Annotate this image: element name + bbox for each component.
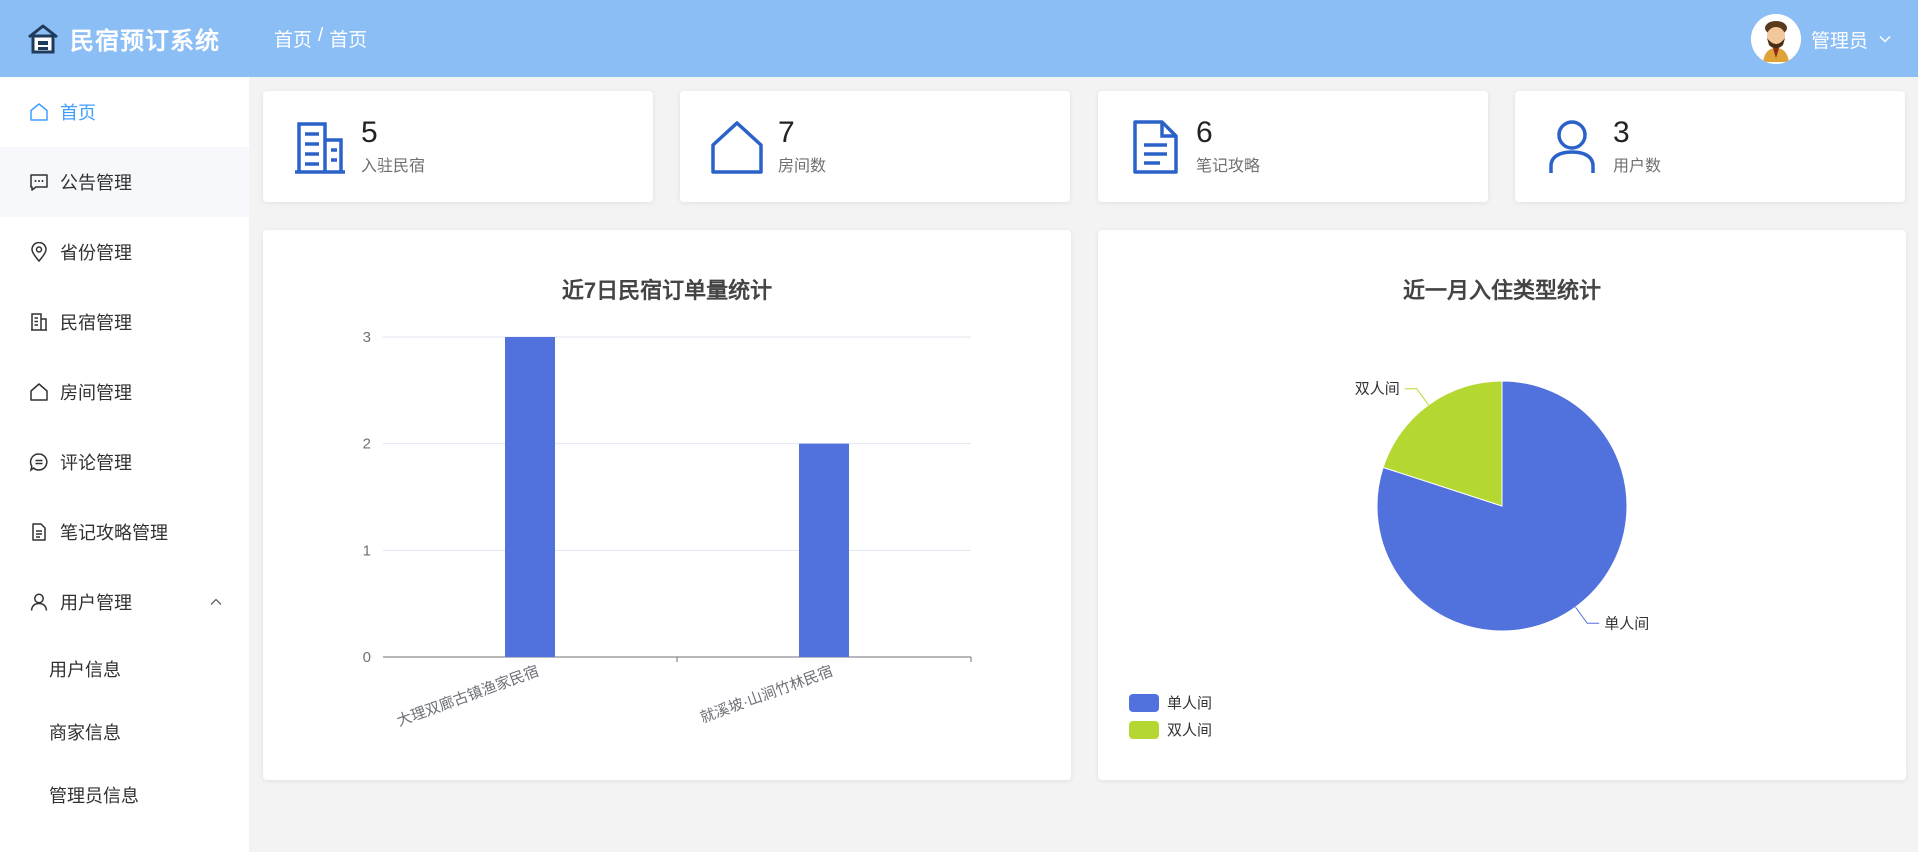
sidebar-subitem-label: 商家信息 xyxy=(49,722,121,743)
app-title: 民宿预订系统 xyxy=(70,28,220,55)
y-tick-label: 2 xyxy=(363,436,371,453)
sidebar-item-label: 民宿管理 xyxy=(60,313,132,333)
document-icon xyxy=(32,523,46,541)
sidebar-item-room[interactable]: 房间管理 xyxy=(0,357,249,427)
stat-value: 3 xyxy=(1613,116,1630,149)
legend-label[interactable]: 单人间 xyxy=(1167,695,1212,712)
house-logo-icon xyxy=(28,24,58,53)
legend-swatch[interactable] xyxy=(1129,721,1159,739)
legend-swatch[interactable] xyxy=(1129,694,1159,712)
house-icon xyxy=(30,383,48,401)
bar-chart-card: 近7日民宿订单量统计 0 1 2 3 大理双廊古镇渔家民宿 就溪坡·山涧竹林民宿 xyxy=(263,230,1071,780)
sidebar-item-home[interactable]: 首页 xyxy=(0,77,249,147)
sidebar-item-notes[interactable]: 笔记攻略管理 xyxy=(0,497,249,567)
location-icon xyxy=(31,242,47,262)
house-icon xyxy=(711,120,763,174)
document-icon xyxy=(1133,119,1178,174)
user-name: 管理员 xyxy=(1810,30,1868,52)
building-icon xyxy=(31,313,47,331)
chart-title: 近一月入住类型统计 xyxy=(1403,278,1601,303)
user-icon xyxy=(30,593,48,611)
app-logo[interactable]: 民宿预订系统 xyxy=(0,21,274,56)
breadcrumb: 首页 / 首页 xyxy=(274,25,367,52)
x-tick-label: 就溪坡·山涧竹林民宿 xyxy=(698,663,835,727)
stat-label: 房间数 xyxy=(778,158,827,175)
stat-label: 入驻民宿 xyxy=(361,158,426,175)
pie-label-line xyxy=(1575,606,1600,624)
sidebar-item-label: 笔记攻略管理 xyxy=(60,523,168,543)
pie-chart: 近一月入住类型统计 单人间双人间 单人间双人间 xyxy=(1129,278,1649,739)
building-icon xyxy=(295,121,345,174)
sidebar-item-homestay[interactable]: 民宿管理 xyxy=(0,287,249,357)
legend-label[interactable]: 双人间 xyxy=(1167,722,1212,739)
bar[interactable] xyxy=(799,443,849,657)
avatar-image xyxy=(1750,14,1801,64)
sidebar-item-user-management[interactable]: 用户管理 xyxy=(0,567,249,637)
pie-slice-label: 双人间 xyxy=(1355,381,1400,398)
chevron-down-icon[interactable] xyxy=(1878,32,1892,46)
stat-card-rooms: 7 房间数 xyxy=(680,91,1070,202)
sidebar-item-comment[interactable]: 评论管理 xyxy=(0,427,249,497)
pie-slice-label: 单人间 xyxy=(1604,615,1649,632)
sidebar-item-label: 评论管理 xyxy=(60,453,132,473)
message-icon xyxy=(30,174,48,191)
pie-chart-card: 近一月入住类型统计 单人间 双人间 单人间 双人间 xyxy=(1098,230,1906,780)
top-header: 民宿预订系统 首页 / 首页 管理员 xyxy=(0,0,1918,77)
stat-value: 5 xyxy=(361,116,378,149)
sidebar-item-label: 房间管理 xyxy=(60,383,132,403)
sidebar-subitem-admin-info[interactable]: 管理员信息 xyxy=(0,763,249,826)
chevron-up-icon[interactable] xyxy=(209,595,223,609)
stat-label: 用户数 xyxy=(1613,158,1662,175)
home-icon xyxy=(30,103,48,121)
pie-label-line xyxy=(1404,388,1429,406)
y-tick-label: 3 xyxy=(363,329,371,346)
stat-card-homestays: 5 入驻民宿 xyxy=(263,91,653,202)
chart-title: 近7日民宿订单量统计 xyxy=(562,278,772,303)
sidebar-item-notice[interactable]: 公告管理 xyxy=(0,147,249,217)
sidebar-item-label: 公告管理 xyxy=(60,173,132,193)
avatar[interactable] xyxy=(1750,14,1801,64)
stat-value: 7 xyxy=(778,116,795,149)
sidebar-item-label: 省份管理 xyxy=(60,243,132,263)
sidebar-subitem-label: 管理员信息 xyxy=(49,785,139,806)
breadcrumb-separator: / xyxy=(318,25,324,46)
comment-icon xyxy=(29,453,48,472)
bar[interactable] xyxy=(505,337,555,657)
user-icon xyxy=(1549,119,1595,173)
stat-card-users: 3 用户数 xyxy=(1515,91,1905,202)
user-menu[interactable]: 管理员 xyxy=(1750,14,1892,64)
stat-label: 笔记攻略 xyxy=(1196,158,1261,175)
breadcrumb-current: 首页 xyxy=(329,30,368,51)
stat-card-notes: 6 笔记攻略 xyxy=(1098,91,1488,202)
sidebar-menu: 首页 公告管理 省份管理 民宿管理 房间管理 评论管理 笔记攻略管理 用户管理 … xyxy=(0,77,249,852)
sidebar-item-label: 用户管理 xyxy=(60,593,132,613)
breadcrumb-parent[interactable]: 首页 xyxy=(274,25,312,52)
sidebar-subitem-merchant-info[interactable]: 商家信息 xyxy=(0,700,249,763)
stat-value: 6 xyxy=(1196,116,1213,149)
sidebar-item-label: 首页 xyxy=(60,103,96,123)
sidebar-item-province[interactable]: 省份管理 xyxy=(0,217,249,287)
sidebar-subitem-user-info[interactable]: 用户信息 xyxy=(0,637,249,700)
y-tick-label: 1 xyxy=(363,542,371,559)
bar-chart: 近7日民宿订单量统计 0 1 2 3 大理双廊古镇渔家民宿 就溪坡·山涧竹林民宿 xyxy=(363,278,972,730)
x-tick-label: 大理双廊古镇渔家民宿 xyxy=(395,663,542,730)
sidebar-subitem-label: 用户信息 xyxy=(49,659,121,680)
y-tick-label: 0 xyxy=(363,649,371,666)
